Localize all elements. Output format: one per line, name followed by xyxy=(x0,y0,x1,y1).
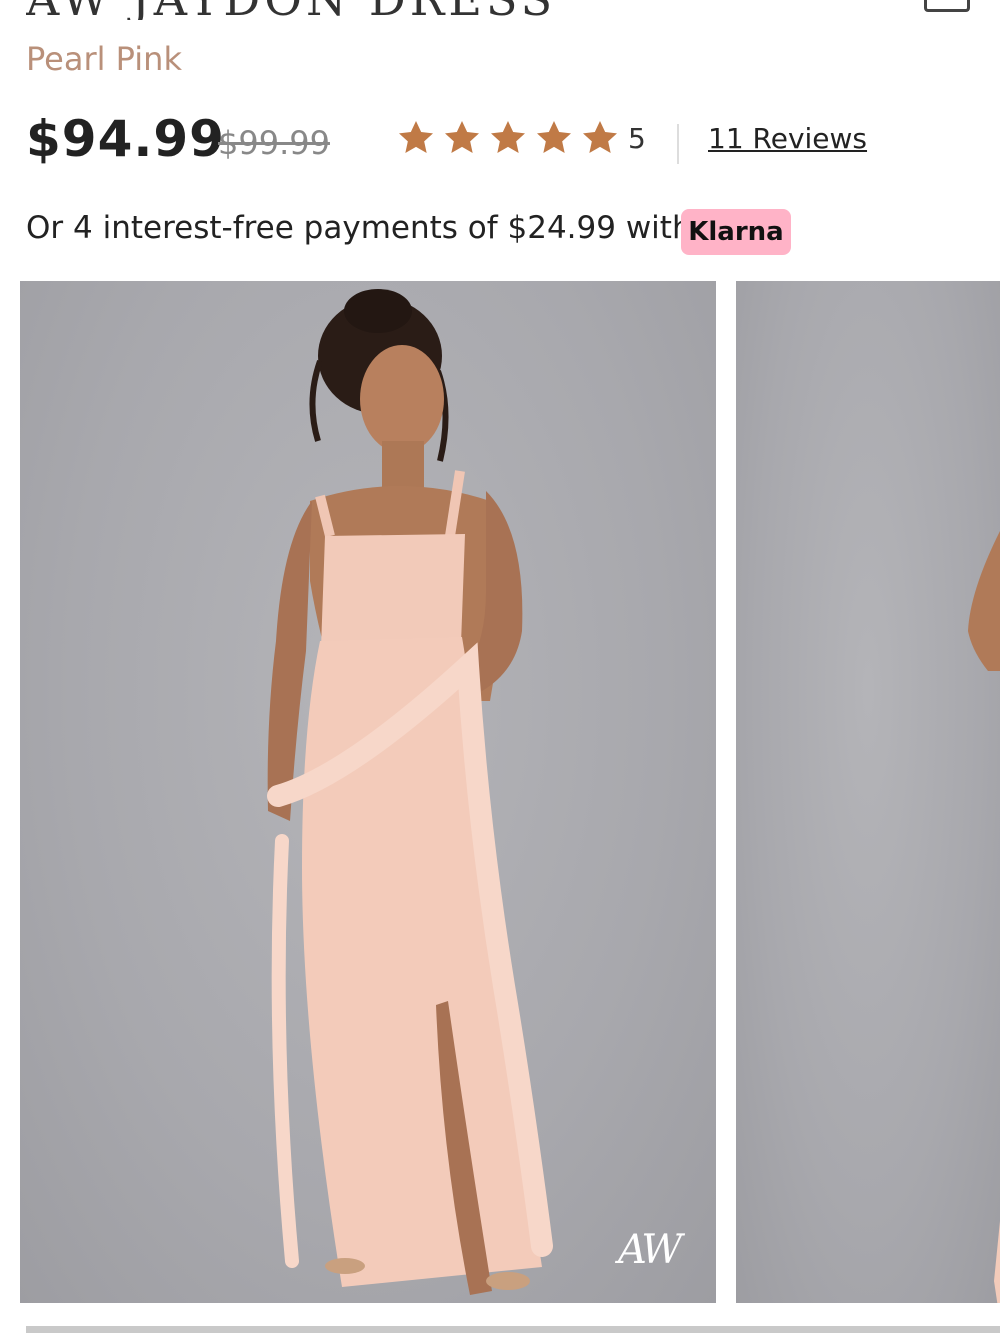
product-image-gallery[interactable]: AW xyxy=(20,281,1000,1303)
product-image-next[interactable] xyxy=(736,281,1000,1303)
product-title: AW JAYDON DRESS xyxy=(26,0,556,20)
brand-watermark: AW xyxy=(618,1227,682,1273)
star-icon xyxy=(442,118,482,158)
next-photo-preview xyxy=(968,531,1000,1303)
rating-value: 5 xyxy=(628,122,646,155)
bag-icon[interactable] xyxy=(924,0,970,12)
product-color-name: Pearl Pink xyxy=(26,40,182,78)
product-image-main[interactable]: AW xyxy=(20,281,716,1303)
star-icon xyxy=(534,118,574,158)
reviews-link[interactable]: 11 Reviews xyxy=(708,122,867,155)
star-icon xyxy=(488,118,528,158)
star-icon xyxy=(396,118,436,158)
klarna-badge[interactable]: Klarna xyxy=(681,209,791,255)
scroll-divider xyxy=(26,1326,1000,1333)
sale-price: $94.99 xyxy=(26,110,225,168)
model-photo xyxy=(267,289,553,1295)
original-price: $99.99 xyxy=(218,124,330,162)
rating-divider xyxy=(677,124,679,164)
rating-stars xyxy=(396,118,620,158)
installment-text: Or 4 interest-free payments of $24.99 wi… xyxy=(26,210,692,246)
star-icon xyxy=(580,118,620,158)
